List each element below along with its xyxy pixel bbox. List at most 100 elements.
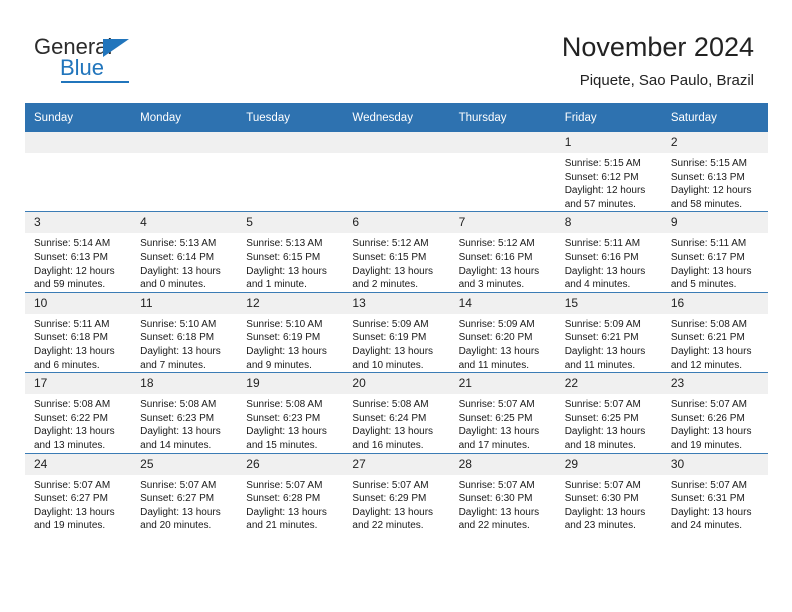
day-cell[interactable]: 25 Sunrise: 5:07 AM Sunset: 6:27 PM Dayl… xyxy=(131,452,238,533)
day-details: Sunrise: 5:10 AM Sunset: 6:19 PM Dayligh… xyxy=(237,314,343,372)
sunrise-text: Sunrise: 5:15 AM xyxy=(670,158,747,169)
sunrise-text: Sunrise: 5:07 AM xyxy=(34,479,111,491)
sunrise-text: Sunrise: 5:07 AM xyxy=(670,479,747,491)
brand-underline xyxy=(61,81,129,83)
day-cell[interactable]: 14 Sunrise: 5:09 AM Sunset: 6:20 PM Dayl… xyxy=(449,291,556,373)
daylight-text-line2: and 15 minutes. xyxy=(246,439,318,451)
sunrise-text: Sunrise: 5:09 AM xyxy=(352,318,429,330)
daylight-text-line1: Daylight: 13 hours xyxy=(564,506,646,518)
day-number: 29 xyxy=(555,453,662,475)
daylight-text-line2: and 11 minutes. xyxy=(458,359,529,371)
day-cell[interactable]: 21 Sunrise: 5:07 AM Sunset: 6:25 PM Dayl… xyxy=(449,372,556,453)
day-cell[interactable]: 5 Sunrise: 5:13 AM Sunset: 6:15 PM Dayli… xyxy=(237,211,344,293)
sunset-text: Sunset: 6:30 PM xyxy=(564,493,639,505)
day-cell[interactable]: 4 Sunrise: 5:13 AM Sunset: 6:14 PM Dayli… xyxy=(131,211,238,293)
sunset-text: Sunset: 6:20 PM xyxy=(458,332,533,344)
sunset-text: Sunset: 6:28 PM xyxy=(246,493,321,505)
daylight-text-line1: Daylight: 13 hours xyxy=(670,426,752,438)
sunset-text: Sunset: 6:27 PM xyxy=(140,493,215,505)
sunrise-text: Sunrise: 5:07 AM xyxy=(564,479,641,491)
day-cell[interactable]: 26 Sunrise: 5:07 AM Sunset: 6:28 PM Dayl… xyxy=(237,452,344,533)
day-number: 9 xyxy=(661,212,768,234)
sunset-text: Sunset: 6:29 PM xyxy=(352,493,427,505)
daylight-text-line2: and 24 minutes. xyxy=(670,520,743,532)
day-cell[interactable]: 22 Sunrise: 5:07 AM Sunset: 6:25 PM Dayl… xyxy=(555,372,662,453)
day-details: Sunrise: 5:12 AM Sunset: 6:16 PM Dayligh… xyxy=(450,233,556,291)
day-cell[interactable]: 29 Sunrise: 5:07 AM Sunset: 6:30 PM Dayl… xyxy=(555,452,662,533)
day-cell-empty xyxy=(131,132,238,212)
weekday-header-monday: Monday xyxy=(131,103,238,132)
sunset-text: Sunset: 6:19 PM xyxy=(352,332,427,344)
day-cell[interactable]: 23 Sunrise: 5:07 AM Sunset: 6:26 PM Dayl… xyxy=(661,372,768,453)
day-details: Sunrise: 5:07 AM Sunset: 6:25 PM Dayligh… xyxy=(450,394,556,452)
sunrise-text: Sunrise: 5:10 AM xyxy=(246,318,323,330)
day-number: 15 xyxy=(555,292,662,314)
day-cell[interactable]: 20 Sunrise: 5:08 AM Sunset: 6:24 PM Dayl… xyxy=(343,372,450,453)
day-cell[interactable]: 15 Sunrise: 5:09 AM Sunset: 6:21 PM Dayl… xyxy=(555,291,662,373)
sunrise-text: Sunrise: 5:11 AM xyxy=(564,238,641,250)
daylight-text-line2: and 13 minutes. xyxy=(34,439,106,451)
daylight-text-line1: Daylight: 13 hours xyxy=(246,345,327,357)
day-cell[interactable]: 9 Sunrise: 5:11 AM Sunset: 6:17 PM Dayli… xyxy=(661,211,768,293)
day-cell[interactable]: 27 Sunrise: 5:07 AM Sunset: 6:29 PM Dayl… xyxy=(343,452,450,533)
sunrise-text: Sunrise: 5:13 AM xyxy=(140,238,217,250)
sunset-text: Sunset: 6:14 PM xyxy=(140,251,215,263)
day-cell[interactable]: 16 Sunrise: 5:08 AM Sunset: 6:21 PM Dayl… xyxy=(661,291,768,373)
day-number: 13 xyxy=(343,292,450,314)
week-row: 10 Sunrise: 5:11 AM Sunset: 6:18 PM Dayl… xyxy=(25,291,768,373)
day-cell[interactable]: 12 Sunrise: 5:10 AM Sunset: 6:19 PM Dayl… xyxy=(237,291,344,373)
day-details: Sunrise: 5:15 AM Sunset: 6:12 PM Dayligh… xyxy=(556,153,662,211)
day-cell[interactable]: 7 Sunrise: 5:12 AM Sunset: 6:16 PM Dayli… xyxy=(449,211,556,293)
day-cell[interactable]: 13 Sunrise: 5:09 AM Sunset: 6:19 PM Dayl… xyxy=(343,291,450,373)
day-cell[interactable]: 30 Sunrise: 5:07 AM Sunset: 6:31 PM Dayl… xyxy=(661,452,768,533)
sunset-text: Sunset: 6:24 PM xyxy=(352,412,427,424)
day-cell[interactable]: 2 Sunrise: 5:15 AM Sunset: 6:13 PM Dayli… xyxy=(661,132,768,212)
day-number: 27 xyxy=(343,453,450,475)
day-number xyxy=(343,132,450,153)
calendar-header-row: Sunday Monday Tuesday Wednesday Thursday… xyxy=(25,103,768,132)
day-details: Sunrise: 5:15 AM Sunset: 6:13 PM Dayligh… xyxy=(662,153,768,211)
day-cell[interactable]: 8 Sunrise: 5:11 AM Sunset: 6:16 PM Dayli… xyxy=(555,211,662,293)
day-cell[interactable]: 18 Sunrise: 5:08 AM Sunset: 6:23 PM Dayl… xyxy=(131,372,238,453)
brand-name-blue: Blue xyxy=(60,55,105,80)
day-number: 17 xyxy=(25,373,132,395)
brand-logo[interactable]: General Blue xyxy=(34,36,234,86)
day-number: 10 xyxy=(25,292,132,314)
day-cell[interactable]: 24 Sunrise: 5:07 AM Sunset: 6:27 PM Dayl… xyxy=(25,452,132,533)
sunset-text: Sunset: 6:21 PM xyxy=(670,332,745,344)
daylight-text-line1: Daylight: 13 hours xyxy=(352,265,434,277)
sunrise-text: Sunrise: 5:08 AM xyxy=(140,399,217,411)
day-number: 16 xyxy=(661,292,768,314)
day-cell[interactable]: 3 Sunrise: 5:14 AM Sunset: 6:13 PM Dayli… xyxy=(25,211,132,293)
day-cell-empty xyxy=(343,132,450,212)
day-number: 18 xyxy=(131,373,238,395)
sunset-text: Sunset: 6:31 PM xyxy=(670,493,745,505)
day-number: 26 xyxy=(237,453,344,475)
sunrise-text: Sunrise: 5:09 AM xyxy=(564,318,641,330)
day-cell[interactable]: 6 Sunrise: 5:12 AM Sunset: 6:15 PM Dayli… xyxy=(343,211,450,293)
day-number: 24 xyxy=(25,453,132,475)
weekday-header-thursday: Thursday xyxy=(449,103,556,132)
sunset-text: Sunset: 6:23 PM xyxy=(140,412,215,424)
day-cell[interactable]: 19 Sunrise: 5:08 AM Sunset: 6:23 PM Dayl… xyxy=(237,372,344,453)
sunrise-text: Sunrise: 5:07 AM xyxy=(564,399,641,411)
calendar-page: General Blue November 2024 Piquete, Sao … xyxy=(0,0,792,612)
sunset-text: Sunset: 6:21 PM xyxy=(564,332,639,344)
day-number: 6 xyxy=(343,212,450,234)
day-number: 3 xyxy=(25,212,132,234)
daylight-text-line1: Daylight: 13 hours xyxy=(34,345,115,357)
day-details: Sunrise: 5:07 AM Sunset: 6:27 PM Dayligh… xyxy=(25,475,131,533)
day-cell[interactable]: 28 Sunrise: 5:07 AM Sunset: 6:30 PM Dayl… xyxy=(449,452,556,533)
daylight-text-line2: and 19 minutes. xyxy=(670,439,743,451)
day-details xyxy=(343,153,449,157)
sunrise-text: Sunrise: 5:12 AM xyxy=(458,238,535,250)
day-cell[interactable]: 11 Sunrise: 5:10 AM Sunset: 6:18 PM Dayl… xyxy=(131,291,238,373)
day-cell[interactable]: 1 Sunrise: 5:15 AM Sunset: 6:12 PM Dayli… xyxy=(555,132,662,212)
sunrise-text: Sunrise: 5:08 AM xyxy=(246,399,323,411)
day-details: Sunrise: 5:07 AM Sunset: 6:28 PM Dayligh… xyxy=(237,475,343,533)
day-cell[interactable]: 17 Sunrise: 5:08 AM Sunset: 6:22 PM Dayl… xyxy=(25,372,132,453)
daylight-text-line2: and 18 minutes. xyxy=(564,439,636,451)
day-details: Sunrise: 5:07 AM Sunset: 6:30 PM Dayligh… xyxy=(450,475,556,533)
day-cell[interactable]: 10 Sunrise: 5:11 AM Sunset: 6:18 PM Dayl… xyxy=(25,291,132,373)
daylight-text-line1: Daylight: 13 hours xyxy=(352,506,434,518)
